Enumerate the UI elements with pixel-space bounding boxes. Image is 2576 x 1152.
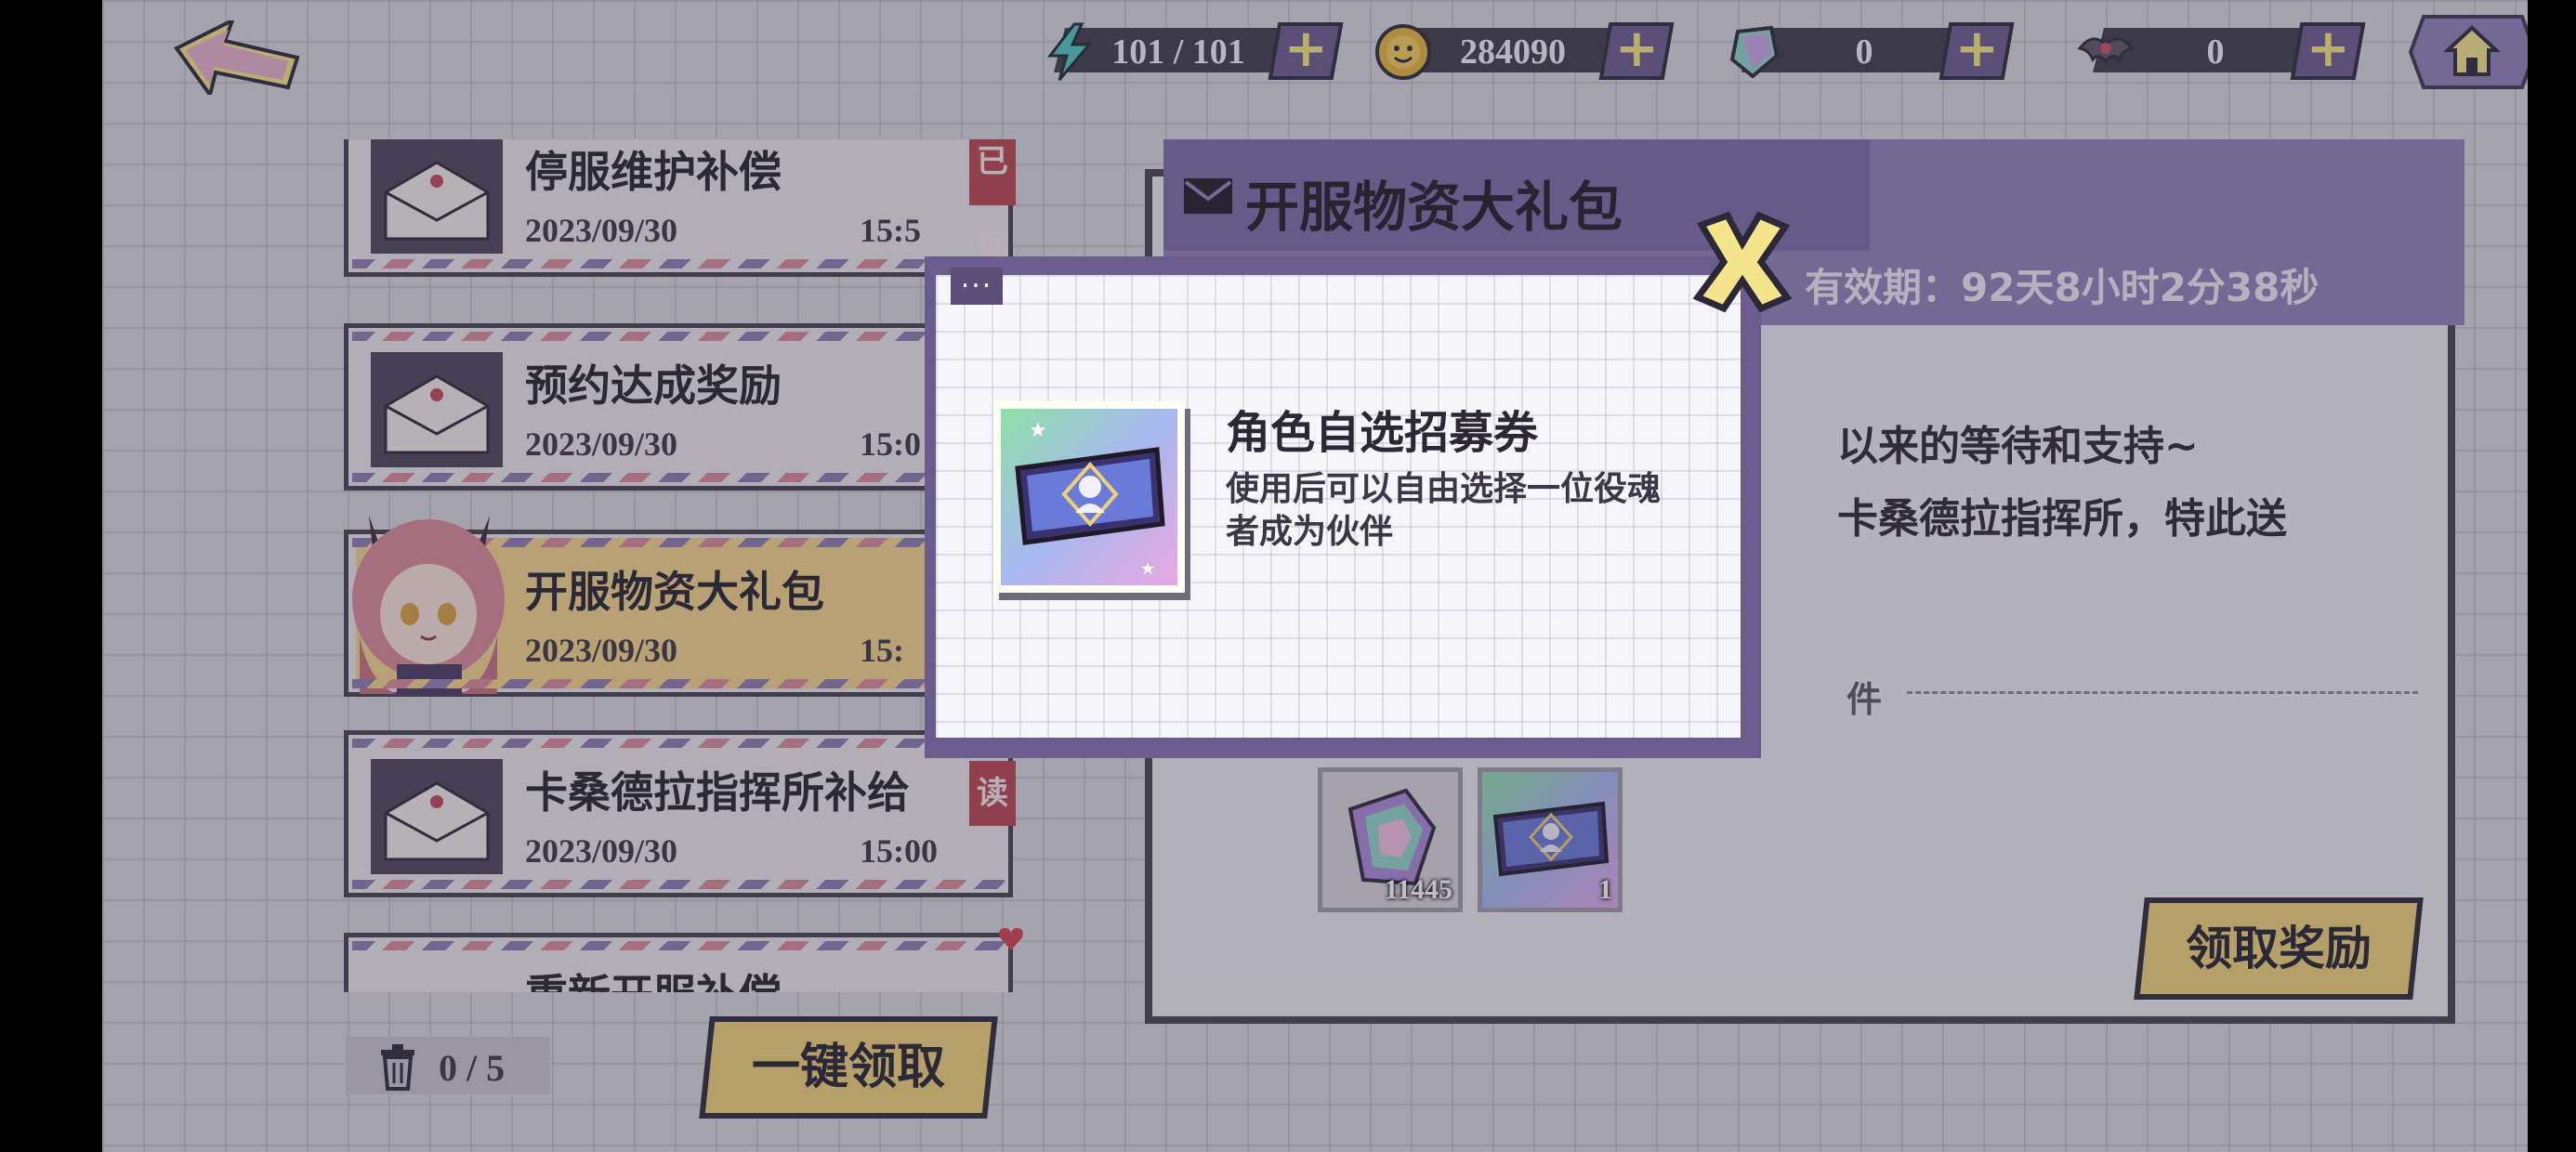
- item-info-popup: ... ★ ★ 角色自选招募券 使用后可以自由选择一位役魂者成为伙伴: [925, 211, 1793, 758]
- item-image-frame: ★ ★: [993, 401, 1185, 593]
- item-description: 使用后可以自由选择一位役魂者成为伙伴: [1226, 470, 1662, 551]
- close-button[interactable]: [1687, 206, 1798, 318]
- svg-text:★: ★: [1140, 559, 1155, 579]
- svg-text:★: ★: [1029, 419, 1047, 442]
- popup-card: ... ★ ★ 角色自选招募券 使用后可以自由选择一位役魂者成为伙伴: [936, 265, 1741, 738]
- ticket-icon: ★ ★: [1001, 409, 1177, 585]
- close-icon: [1692, 211, 1793, 313]
- popup-dots: ...: [951, 265, 1003, 305]
- item-name: 角色自选招募券: [1226, 407, 1539, 459]
